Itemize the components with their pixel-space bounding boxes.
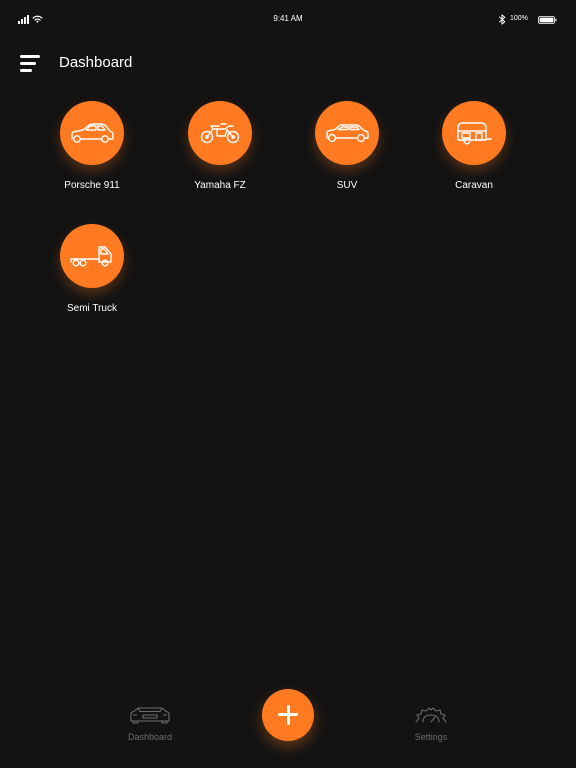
bluetooth-icon	[498, 14, 506, 25]
vehicle-avatar	[60, 101, 124, 165]
suv-icon	[326, 124, 369, 143]
vehicle-tile-yamaha[interactable]: Yamaha FZ	[165, 101, 275, 191]
car-outline-icon	[130, 707, 170, 724]
status-bar: 9:41 AM 100%	[0, 0, 576, 40]
page-title: Dashboard	[59, 54, 133, 71]
status-time: 9:41 AM	[273, 14, 303, 23]
car-icon	[71, 123, 114, 143]
caravan-icon	[457, 122, 492, 145]
vehicle-label: Caravan	[455, 180, 493, 191]
motorcycle-icon	[200, 123, 240, 144]
tab-bar: Dashboard Settings	[0, 688, 576, 768]
vehicle-label: Semi Truck	[66, 303, 117, 314]
vehicle-avatar	[60, 224, 124, 288]
vehicle-tile-porsche[interactable]: Porsche 911	[37, 101, 147, 191]
vehicle-avatar	[188, 101, 252, 165]
vehicle-avatar	[442, 101, 506, 165]
vehicle-label: Yamaha FZ	[194, 180, 246, 191]
tab-dashboard-label: Dashboard	[127, 732, 173, 742]
vehicle-label: SUV	[336, 180, 358, 191]
gauge-icon	[415, 707, 447, 723]
hamburger-menu-icon[interactable]	[16, 52, 44, 76]
tab-settings-label: Settings	[414, 732, 448, 742]
vehicle-label: Porsche 911	[64, 180, 120, 191]
vehicle-tile-caravan[interactable]: Caravan	[419, 101, 529, 191]
tab-settings[interactable]: Settings	[386, 706, 476, 742]
vehicle-avatar	[315, 101, 379, 165]
truck-icon	[70, 246, 112, 267]
header: Dashboard	[0, 44, 576, 84]
vehicle-tile-semi-truck[interactable]: Semi Truck	[37, 224, 147, 314]
vehicle-tile-suv[interactable]: SUV	[292, 101, 402, 191]
dashboard-screen: 9:41 AM 100% Dashboard Porsche 911 Yamah…	[0, 0, 576, 768]
battery-percent: 100%	[510, 15, 528, 22]
add-vehicle-button[interactable]	[262, 689, 314, 741]
tab-dashboard[interactable]: Dashboard	[105, 706, 195, 742]
battery-icon	[538, 16, 557, 24]
